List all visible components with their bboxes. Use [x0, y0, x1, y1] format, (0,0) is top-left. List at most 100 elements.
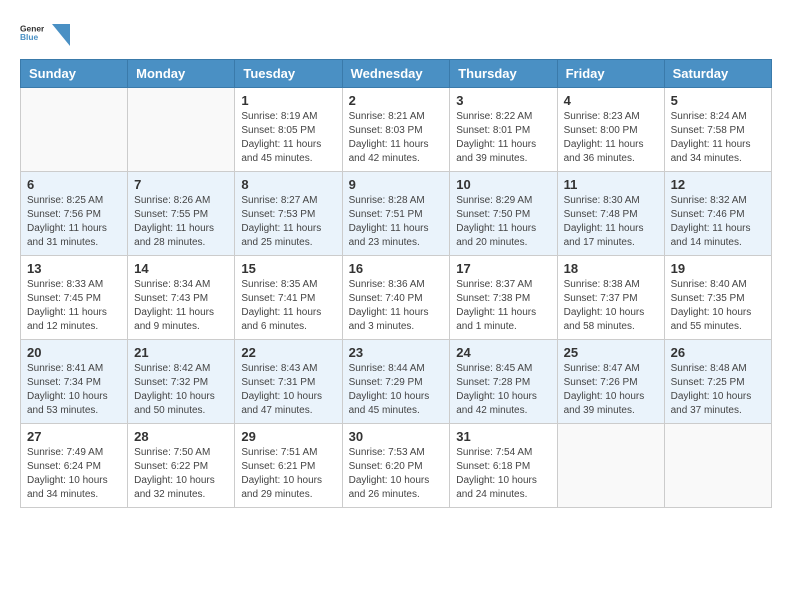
day-info: Sunrise: 8:45 AM Sunset: 7:28 PM Dayligh… — [456, 362, 550, 418]
day-number: 15 — [241, 261, 335, 276]
weekday-header-wednesday: Wednesday — [342, 60, 450, 88]
calendar-table: SundayMondayTuesdayWednesdayThursdayFrid… — [20, 59, 772, 508]
calendar-cell: 19Sunrise: 8:40 AM Sunset: 7:35 PM Dayli… — [664, 256, 771, 340]
calendar-cell — [21, 88, 128, 172]
day-number: 18 — [564, 261, 658, 276]
day-number: 6 — [27, 177, 121, 192]
svg-text:Blue: Blue — [20, 32, 39, 42]
day-info: Sunrise: 8:24 AM Sunset: 7:58 PM Dayligh… — [671, 110, 765, 166]
calendar-cell: 30Sunrise: 7:53 AM Sunset: 6:20 PM Dayli… — [342, 424, 450, 508]
day-number: 14 — [134, 261, 228, 276]
calendar-cell: 16 Sunrise: 8:36 AM Sunset: 7:40 PM Dayli… — [342, 256, 450, 340]
day-info: Sunrise: 8:42 AM Sunset: 7:32 PM Dayligh… — [134, 362, 228, 418]
calendar-cell: 3 Sunrise: 8:22 AM Sunset: 8:01 PM Daylig… — [450, 88, 557, 172]
day-number: 29 — [241, 429, 335, 444]
day-info: Sunrise: 8:30 AM Sunset: 7:48 PM Dayligh… — [564, 194, 658, 250]
logo-icon: General Blue — [20, 20, 44, 44]
weekday-header-thursday: Thursday — [450, 60, 557, 88]
calendar-cell: 20 Sunrise: 8:41 AM Sunset: 7:34 PM Dayli… — [21, 340, 128, 424]
calendar-cell: 13Sunrise: 8:33 AM Sunset: 7:45 PM Dayli… — [21, 256, 128, 340]
calendar-cell: 6 Sunrise: 8:25 AM Sunset: 7:56 PM Daylig… — [21, 172, 128, 256]
day-info: Sunrise: 8:23 AM Sunset: 8:00 PM Dayligh… — [564, 110, 658, 166]
calendar-week-row: 13Sunrise: 8:33 AM Sunset: 7:45 PM Dayli… — [21, 256, 772, 340]
day-number: 19 — [671, 261, 765, 276]
calendar-cell: 15 Sunrise: 8:35 AM Sunset: 7:41 PM Dayli… — [235, 256, 342, 340]
day-number: 16 — [349, 261, 444, 276]
day-number: 28 — [134, 429, 228, 444]
day-number: 1 — [241, 93, 335, 108]
day-info: Sunrise: 8:27 AM Sunset: 7:53 PM Dayligh… — [241, 194, 335, 250]
day-info: Sunrise: 8:28 AM Sunset: 7:51 PM Dayligh… — [349, 194, 444, 250]
day-info: Sunrise: 8:25 AM Sunset: 7:56 PM Dayligh… — [27, 194, 121, 250]
day-number: 23 — [349, 345, 444, 360]
day-number: 10 — [456, 177, 550, 192]
day-info: Sunrise: 8:41 AM Sunset: 7:34 PM Dayligh… — [27, 362, 121, 418]
weekday-header-tuesday: Tuesday — [235, 60, 342, 88]
day-number: 30 — [349, 429, 444, 444]
calendar-cell: 1 Sunrise: 8:19 AM Sunset: 8:05 PM Daylig… — [235, 88, 342, 172]
day-info: Sunrise: 7:51 AM Sunset: 6:21 PM Dayligh… — [241, 446, 335, 502]
calendar-cell: 5Sunrise: 8:24 AM Sunset: 7:58 PM Daylig… — [664, 88, 771, 172]
day-number: 8 — [241, 177, 335, 192]
calendar-cell: 10 Sunrise: 8:29 AM Sunset: 7:50 PM Dayli… — [450, 172, 557, 256]
day-number: 27 — [27, 429, 121, 444]
day-info: Sunrise: 8:34 AM Sunset: 7:43 PM Dayligh… — [134, 278, 228, 334]
day-info: Sunrise: 8:32 AM Sunset: 7:46 PM Dayligh… — [671, 194, 765, 250]
calendar-cell: 24 Sunrise: 8:45 AM Sunset: 7:28 PM Dayli… — [450, 340, 557, 424]
weekday-header-row: SundayMondayTuesdayWednesdayThursdayFrid… — [21, 60, 772, 88]
calendar-cell: 11Sunrise: 8:30 AM Sunset: 7:48 PM Dayli… — [557, 172, 664, 256]
calendar-cell: 22 Sunrise: 8:43 AM Sunset: 7:31 PM Dayli… — [235, 340, 342, 424]
calendar-cell: 4 Sunrise: 8:23 AM Sunset: 8:00 PM Daylig… — [557, 88, 664, 172]
day-number: 25 — [564, 345, 658, 360]
day-info: Sunrise: 7:49 AM Sunset: 6:24 PM Dayligh… — [27, 446, 121, 502]
calendar-cell: 14 Sunrise: 8:34 AM Sunset: 7:43 PM Dayli… — [128, 256, 235, 340]
day-info: Sunrise: 8:44 AM Sunset: 7:29 PM Dayligh… — [349, 362, 444, 418]
day-number: 7 — [134, 177, 228, 192]
page-header: General Blue — [20, 20, 772, 49]
day-info: Sunrise: 8:22 AM Sunset: 8:01 PM Dayligh… — [456, 110, 550, 166]
day-info: Sunrise: 8:19 AM Sunset: 8:05 PM Dayligh… — [241, 110, 335, 166]
day-number: 4 — [564, 93, 658, 108]
calendar-cell: 23 Sunrise: 8:44 AM Sunset: 7:29 PM Dayli… — [342, 340, 450, 424]
calendar-cell: 7 Sunrise: 8:26 AM Sunset: 7:55 PM Daylig… — [128, 172, 235, 256]
calendar-cell: 12Sunrise: 8:32 AM Sunset: 7:46 PM Dayli… — [664, 172, 771, 256]
calendar-cell: 27 Sunrise: 7:49 AM Sunset: 6:24 PM Dayli… — [21, 424, 128, 508]
calendar-week-row: 6 Sunrise: 8:25 AM Sunset: 7:56 PM Daylig… — [21, 172, 772, 256]
day-number: 3 — [456, 93, 550, 108]
day-info: Sunrise: 7:54 AM Sunset: 6:18 PM Dayligh… — [456, 446, 550, 502]
calendar-cell: 18 Sunrise: 8:38 AM Sunset: 7:37 PM Dayli… — [557, 256, 664, 340]
day-number: 24 — [456, 345, 550, 360]
day-info: Sunrise: 8:43 AM Sunset: 7:31 PM Dayligh… — [241, 362, 335, 418]
day-number: 2 — [349, 93, 444, 108]
calendar-cell: 21 Sunrise: 8:42 AM Sunset: 7:32 PM Dayli… — [128, 340, 235, 424]
calendar-cell: 28 Sunrise: 7:50 AM Sunset: 6:22 PM Dayli… — [128, 424, 235, 508]
day-info: Sunrise: 7:50 AM Sunset: 6:22 PM Dayligh… — [134, 446, 228, 502]
calendar-cell: 26Sunrise: 8:48 AM Sunset: 7:25 PM Dayli… — [664, 340, 771, 424]
calendar-week-row: 20 Sunrise: 8:41 AM Sunset: 7:34 PM Dayli… — [21, 340, 772, 424]
day-info: Sunrise: 8:21 AM Sunset: 8:03 PM Dayligh… — [349, 110, 444, 166]
day-info: Sunrise: 8:29 AM Sunset: 7:50 PM Dayligh… — [456, 194, 550, 250]
day-info: Sunrise: 8:47 AM Sunset: 7:26 PM Dayligh… — [564, 362, 658, 418]
day-number: 13 — [27, 261, 121, 276]
day-number: 21 — [134, 345, 228, 360]
calendar-cell — [557, 424, 664, 508]
day-info: Sunrise: 8:38 AM Sunset: 7:37 PM Dayligh… — [564, 278, 658, 334]
day-info: Sunrise: 8:36 AM Sunset: 7:40 PM Dayligh… — [349, 278, 444, 334]
day-number: 9 — [349, 177, 444, 192]
calendar-cell: 31 Sunrise: 7:54 AM Sunset: 6:18 PM Dayli… — [450, 424, 557, 508]
calendar-week-row: 1 Sunrise: 8:19 AM Sunset: 8:05 PM Daylig… — [21, 88, 772, 172]
day-number: 20 — [27, 345, 121, 360]
day-info: Sunrise: 8:26 AM Sunset: 7:55 PM Dayligh… — [134, 194, 228, 250]
weekday-header-sunday: Sunday — [21, 60, 128, 88]
weekday-header-saturday: Saturday — [664, 60, 771, 88]
weekday-header-friday: Friday — [557, 60, 664, 88]
day-number: 31 — [456, 429, 550, 444]
logo: General Blue — [20, 20, 70, 49]
calendar-cell — [128, 88, 235, 172]
day-number: 22 — [241, 345, 335, 360]
calendar-cell: 8 Sunrise: 8:27 AM Sunset: 7:53 PM Daylig… — [235, 172, 342, 256]
day-number: 17 — [456, 261, 550, 276]
day-info: Sunrise: 8:35 AM Sunset: 7:41 PM Dayligh… — [241, 278, 335, 334]
calendar-cell: 9 Sunrise: 8:28 AM Sunset: 7:51 PM Daylig… — [342, 172, 450, 256]
calendar-cell: 25 Sunrise: 8:47 AM Sunset: 7:26 PM Dayli… — [557, 340, 664, 424]
